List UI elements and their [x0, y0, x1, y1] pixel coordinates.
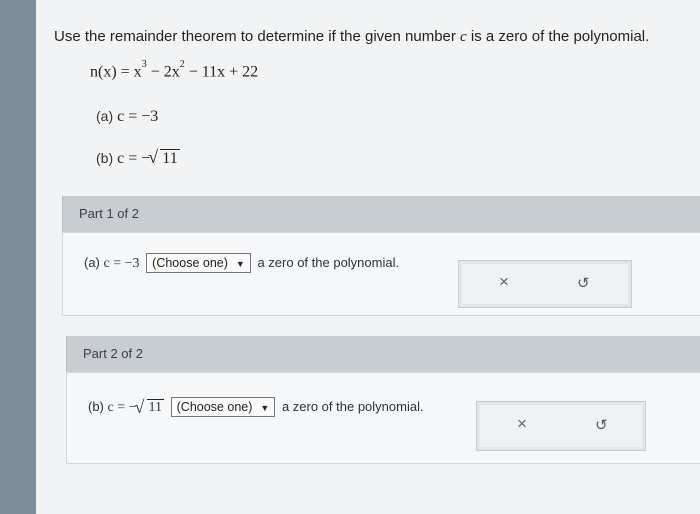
- part1-select-value: (Choose one): [152, 256, 228, 270]
- part2-label: (b): [88, 399, 104, 414]
- part1-header-text: Part 1 of 2: [79, 206, 139, 221]
- item-a-label: (a): [96, 108, 114, 124]
- left-margin: [0, 0, 36, 514]
- part2-radicand: 11: [146, 399, 165, 415]
- part2-zero-select[interactable]: (Choose one) ▼: [170, 397, 276, 417]
- poly-rest: − 11x + 22: [184, 63, 259, 81]
- sqrt-symbol: 11: [148, 147, 180, 168]
- question-text-before: Use the remainder theorem to determine i…: [54, 28, 461, 45]
- part2-sentence: (b) c = − 11 (Choose one) ▼ a zero of the …: [88, 397, 424, 418]
- chevron-down-icon: ▼: [260, 403, 270, 413]
- part1-header: Part 1 of 2: [62, 196, 700, 232]
- poly-lhs: n(x) = x: [90, 63, 142, 81]
- poly-exp2: 2: [179, 59, 185, 70]
- item-b-radicand: 11: [160, 149, 180, 167]
- clear-x-icon[interactable]: ×: [517, 414, 527, 434]
- part1-expr: c = −3: [103, 256, 140, 271]
- part2-action-box: × ↺: [476, 401, 646, 451]
- part2-select-value: (Choose one): [176, 400, 253, 414]
- polynomial: n(x) = x3 − 2x2 − 11x + 22: [90, 59, 259, 81]
- part1-zero-select[interactable]: (Choose one) ▼: [146, 253, 251, 273]
- part1-sentence: (a) c = −3 (Choose one) ▼ a zero of the p…: [84, 253, 399, 273]
- chevron-down-icon: ▼: [235, 259, 245, 269]
- part2-header-text: Part 2 of 2: [83, 346, 143, 361]
- clear-x-icon[interactable]: ×: [499, 272, 509, 292]
- item-a: (a) c = −3: [96, 108, 158, 126]
- part2-expr: c = −: [107, 400, 137, 415]
- undo-icon[interactable]: ↺: [595, 416, 608, 434]
- question-variable: c: [460, 29, 467, 45]
- undo-icon[interactable]: ↺: [577, 274, 590, 292]
- question-text: Use the remainder theorem to determine i…: [54, 28, 649, 46]
- part1-label: (a): [84, 255, 100, 270]
- item-a-expr: c = −3: [117, 108, 159, 125]
- poly-mid: − 2x: [146, 63, 180, 81]
- question-text-after: is a zero of the polynomial.: [466, 28, 650, 45]
- part2-tail: a zero of the polynomial.: [281, 399, 424, 414]
- part1-action-box: × ↺: [458, 260, 632, 308]
- poly-exp1: 3: [141, 59, 147, 70]
- item-b-expr: c = −: [117, 150, 151, 167]
- part1-tail: a zero of the polynomial.: [257, 255, 400, 270]
- part2-header: Part 2 of 2: [66, 336, 700, 372]
- item-b: (b) c = − 11: [96, 147, 180, 168]
- sqrt-symbol: 11: [134, 397, 165, 418]
- item-b-label: (b): [96, 150, 114, 166]
